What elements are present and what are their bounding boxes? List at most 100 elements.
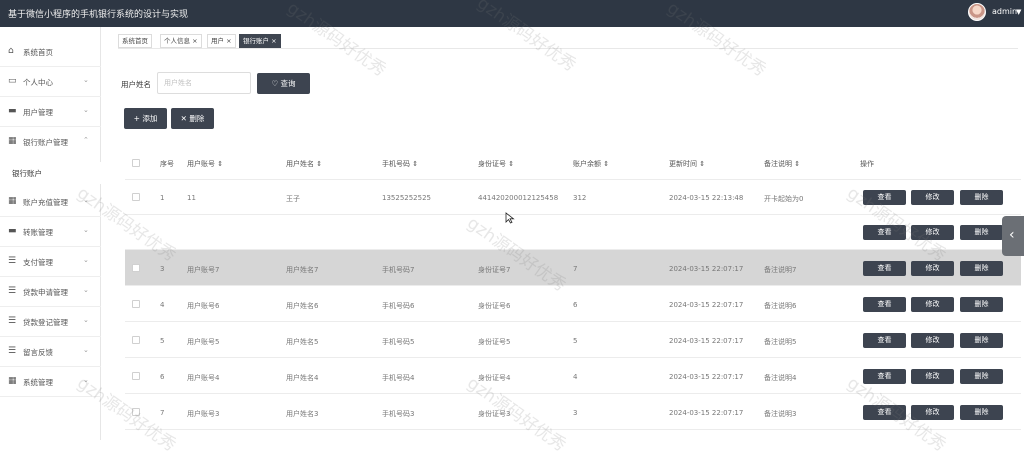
chevron-down-icon: ⌄ — [83, 106, 89, 114]
cell-phone: 手机号码3 — [382, 410, 415, 418]
chevron-down-icon: ⌄ — [83, 196, 89, 204]
edit-button[interactable]: 修改 — [911, 190, 954, 205]
sidebar-subitem-bank-account[interactable]: 银行账户 — [0, 162, 101, 184]
mouse-cursor-icon — [505, 212, 515, 224]
table-row[interactable]: 7 用户账号3 用户姓名3 手机号码3 身份证号3 3 2024-03-15 2… — [125, 394, 1021, 430]
sidebar-item-loan-apply[interactable]: ☰ 贷款申请管理 ⌄ — [0, 277, 101, 307]
sidebar-item-transfer[interactable]: ▬ 转账管理 ⌄ — [0, 217, 101, 247]
sidebar-item-label: 个人中心 — [23, 78, 53, 87]
grid-icon: ▦ — [8, 136, 17, 146]
row-checkbox[interactable] — [132, 408, 140, 416]
edit-button[interactable]: 修改 — [911, 369, 954, 384]
sidebar-item-recharge[interactable]: ▦ 账户充值管理 ⌄ — [0, 187, 101, 217]
user-name[interactable]: admin — [992, 7, 1017, 16]
cell-phone: 13525252525 — [382, 194, 431, 202]
row-delete-button[interactable]: 删除 — [960, 225, 1003, 240]
cell-no: 3 — [160, 265, 165, 273]
edit-button[interactable]: 修改 — [911, 261, 954, 276]
select-all-checkbox[interactable] — [132, 159, 140, 167]
view-button[interactable]: 查看 — [863, 225, 906, 240]
cell-balance: 6 — [573, 301, 578, 309]
tab-bank-account[interactable]: 银行账户 × — [239, 34, 281, 48]
edit-button[interactable]: 修改 — [911, 225, 954, 240]
col-header[interactable]: 更新时间 ⇕ — [669, 159, 705, 169]
view-button[interactable]: 查看 — [863, 261, 906, 276]
list-icon: ☰ — [8, 256, 17, 266]
sidebar-item-payment[interactable]: ☰ 支付管理 ⌄ — [0, 247, 101, 277]
collapse-panel-button[interactable]: ‹ — [1002, 216, 1024, 256]
cell-account: 用户账号5 — [187, 338, 220, 346]
cell-balance: 5 — [573, 337, 578, 345]
tab-profile[interactable]: 个人信息 × — [160, 34, 202, 48]
col-header[interactable]: 用户姓名 ⇕ — [286, 159, 322, 169]
sidebar-item-loan-register[interactable]: ☰ 贷款登记管理 ⌄ — [0, 307, 101, 337]
col-header[interactable]: 账户余额 ⇕ — [573, 159, 609, 169]
grid-icon: ▦ — [8, 376, 17, 386]
search-input[interactable] — [157, 72, 251, 94]
add-button[interactable]: + 添加 — [124, 108, 167, 129]
avatar[interactable] — [968, 3, 986, 21]
sidebar-item-profile[interactable]: ▭ 个人中心 ⌄ — [0, 67, 101, 97]
delete-button[interactable]: ✕ 删除 — [171, 108, 214, 129]
chevron-down-icon: ⌄ — [83, 316, 89, 324]
edit-button[interactable]: 修改 — [911, 297, 954, 312]
chevron-down-icon[interactable]: ▼ — [1016, 8, 1021, 16]
row-delete-button[interactable]: 删除 — [960, 405, 1003, 420]
row-delete-button[interactable]: 删除 — [960, 261, 1003, 276]
row-checkbox[interactable] — [132, 300, 140, 308]
row-checkbox[interactable] — [132, 264, 140, 272]
cell-time: 2024-03-15 22:07:17 — [669, 265, 744, 273]
search-label: 用户姓名 — [121, 80, 151, 89]
col-header: 操作 — [860, 160, 874, 168]
table-row[interactable]: 查看 修改 删除 — [125, 215, 1021, 250]
row-delete-button[interactable]: 删除 — [960, 297, 1003, 312]
sidebar-item-system[interactable]: ▦ 系统管理 ⌄ — [0, 367, 101, 397]
table-row[interactable]: 5 用户账号5 用户姓名5 手机号码5 身份证号5 5 2024-03-15 2… — [125, 322, 1021, 358]
edit-button[interactable]: 修改 — [911, 333, 954, 348]
col-header[interactable]: 身份证号 ⇕ — [478, 159, 514, 169]
sidebar-item-home[interactable]: ⌂ 系统首页 — [0, 37, 101, 67]
row-delete-button[interactable]: 删除 — [960, 369, 1003, 384]
tab-home[interactable]: 系统首页 — [118, 34, 152, 48]
list-icon: ☰ — [8, 316, 17, 326]
view-button[interactable]: 查看 — [863, 369, 906, 384]
cell-idno: 441420200012125458 — [478, 194, 559, 202]
col-header[interactable]: 用户账号 ⇕ — [187, 159, 223, 169]
view-button[interactable]: 查看 — [863, 297, 906, 312]
table-row[interactable]: 4 用户账号6 用户姓名6 手机号码6 身份证号6 6 2024-03-15 2… — [125, 286, 1021, 322]
sidebar-item-feedback[interactable]: ☰ 留言反馈 ⌄ — [0, 337, 101, 367]
edit-button[interactable]: 修改 — [911, 405, 954, 420]
row-checkbox[interactable] — [132, 372, 140, 380]
chevron-down-icon: ⌄ — [83, 286, 89, 294]
table-row[interactable]: 1 11 王子 13525252525 441420200012125458 3… — [125, 180, 1021, 215]
col-header: 序号 — [160, 160, 174, 168]
view-button[interactable]: 查看 — [863, 190, 906, 205]
row-checkbox[interactable] — [132, 336, 140, 344]
cell-note: 备注说明3 — [764, 410, 797, 418]
cell-time: 2024-03-15 22:07:17 — [669, 373, 744, 381]
cell-name: 用户姓名7 — [286, 266, 319, 274]
cell-name: 用户姓名6 — [286, 302, 319, 310]
search-button[interactable]: ♡ 查询 — [257, 73, 310, 94]
col-header[interactable]: 手机号码 ⇕ — [382, 159, 418, 169]
sidebar-item-users[interactable]: ▬ 用户管理 ⌄ — [0, 97, 101, 127]
col-header[interactable]: 备注说明 ⇕ — [764, 159, 800, 169]
sidebar-item-label: 用户管理 — [23, 108, 53, 117]
sidebar-item-label: 留言反馈 — [23, 348, 53, 357]
grid-icon: ▦ — [8, 196, 17, 206]
table-row[interactable]: 6 用户账号4 用户姓名4 手机号码4 身份证号4 4 2024-03-15 2… — [125, 358, 1021, 394]
view-button[interactable]: 查看 — [863, 405, 906, 420]
row-checkbox[interactable] — [132, 193, 140, 201]
cell-account: 用户账号4 — [187, 374, 220, 382]
tab-users[interactable]: 用户 × — [207, 34, 236, 48]
row-delete-button[interactable]: 删除 — [960, 333, 1003, 348]
cell-no: 1 — [160, 194, 165, 202]
sidebar-item-label: 支付管理 — [23, 258, 53, 267]
home-icon: ⌂ — [8, 46, 14, 56]
sidebar: ⌂ 系统首页 ▭ 个人中心 ⌄ ▬ 用户管理 ⌄ ▦ 银行账户管理 ⌃ 银行账户… — [0, 27, 101, 440]
chevron-up-icon: ⌃ — [83, 136, 89, 144]
row-delete-button[interactable]: 删除 — [960, 190, 1003, 205]
view-button[interactable]: 查看 — [863, 333, 906, 348]
sidebar-item-bank-accounts[interactable]: ▦ 银行账户管理 ⌃ — [0, 127, 101, 157]
table-row[interactable]: 3 用户账号7 用户姓名7 手机号码7 身份证号7 7 2024-03-15 2… — [125, 250, 1021, 286]
